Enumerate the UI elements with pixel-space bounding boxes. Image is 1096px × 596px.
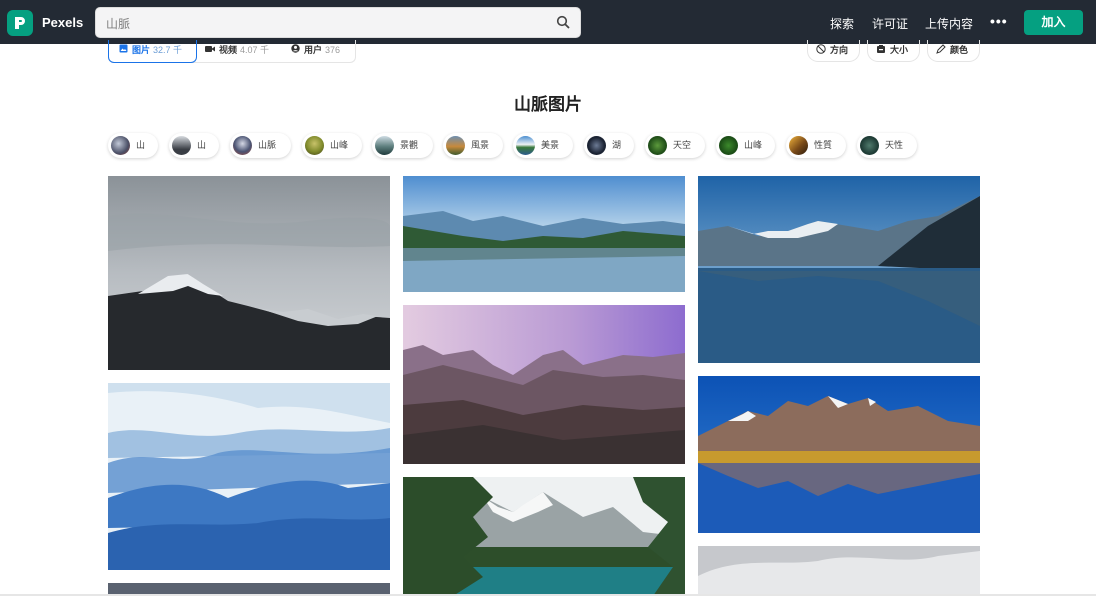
related-tag-chip[interactable]: 山峰 (302, 133, 362, 158)
tag-thumbnail (587, 136, 606, 155)
image-icon (119, 40, 128, 61)
tag-thumbnail (172, 136, 191, 155)
tag-thumbnail (789, 136, 808, 155)
tag-label: 美景 (541, 140, 560, 150)
related-tag-chip[interactable]: 風景 (443, 133, 503, 158)
filter-color-label: 颜色 (950, 45, 969, 55)
tag-thumbnail (648, 136, 667, 155)
photo-autumn-mountain-reflection[interactable] (698, 376, 980, 533)
photo-purple-sunset-peaks[interactable] (403, 305, 685, 464)
tag-label: 天空 (673, 140, 692, 150)
related-tag-chip[interactable]: 山 (108, 133, 158, 158)
top-navigation-bar: Pexels 探索 许可证 上传内容 ••• 加入 (0, 0, 1096, 44)
tab-users-label: 用户 (304, 45, 323, 55)
filter-size-label: 大小 (890, 45, 909, 55)
page-title: 山脈图片 (514, 95, 582, 114)
tag-label: 景觀 (400, 140, 419, 150)
tab-users-count: 376 (325, 45, 341, 55)
related-tag-chip[interactable]: 山 (169, 133, 219, 158)
tag-thumbnail (516, 136, 535, 155)
tag-label: 性質 (814, 140, 833, 150)
nav-license[interactable]: 许可证 (872, 15, 908, 32)
filter-orientation[interactable]: 方向 (807, 40, 860, 62)
media-type-tabs: 图片 32.7 千 视频 4.07 千 用户 376 (108, 40, 356, 63)
search-input[interactable] (106, 14, 546, 32)
tab-videos[interactable]: 视频 4.07 千 (205, 40, 285, 63)
tag-label: 山 (136, 140, 146, 150)
filter-orientation-label: 方向 (830, 45, 849, 55)
tag-thumbnail (305, 136, 324, 155)
tag-label: 山峰 (330, 140, 349, 150)
tag-label: 風景 (471, 140, 490, 150)
tag-thumbnail (111, 136, 130, 155)
tab-photos-count: 32.7 千 (153, 45, 183, 55)
orientation-icon (816, 41, 826, 61)
photo-alpine-lake-forest[interactable] (403, 477, 685, 596)
search-box[interactable] (95, 7, 581, 38)
more-menu-icon[interactable]: ••• (990, 13, 1008, 29)
tab-users[interactable]: 用户 376 (291, 40, 357, 63)
pexels-logo-icon[interactable] (7, 10, 33, 36)
brand-name[interactable]: Pexels (42, 15, 83, 30)
filter-color[interactable]: 颜色 (927, 40, 980, 62)
photo-lake-mountain-range[interactable] (403, 176, 685, 292)
search-icon[interactable] (556, 15, 570, 34)
tab-videos-count: 4.07 千 (240, 45, 270, 55)
tab-videos-label: 视频 (219, 45, 238, 55)
tab-photos[interactable]: 图片 32.7 千 (108, 40, 197, 63)
user-icon (291, 40, 300, 61)
tag-thumbnail (233, 136, 252, 155)
photo-misty-blue-mountains[interactable] (108, 383, 390, 570)
tag-thumbnail (375, 136, 394, 155)
tag-label: 山峰 (744, 140, 763, 150)
tag-label: 湖 (612, 140, 622, 150)
tag-thumbnail (446, 136, 465, 155)
color-pencil-icon (936, 41, 946, 61)
filter-size[interactable]: 大小 (867, 40, 920, 62)
tag-label: 天性 (885, 140, 904, 150)
video-icon (205, 40, 215, 61)
tag-thumbnail (860, 136, 879, 155)
nav-upload[interactable]: 上传内容 (925, 15, 973, 32)
related-tag-chip[interactable]: 美景 (513, 133, 573, 158)
photo-mountain-lake-reflection[interactable] (698, 176, 980, 363)
related-tag-chip[interactable]: 湖 (584, 133, 634, 158)
photo-snowy-peak-cloudy-sky[interactable] (108, 176, 390, 370)
related-tag-chip[interactable]: 山峰 (716, 133, 775, 158)
join-button[interactable]: 加入 (1024, 10, 1083, 35)
nav-explore[interactable]: 探索 (830, 15, 854, 32)
related-tag-chip[interactable]: 景觀 (372, 133, 433, 158)
tag-label: 山 (197, 140, 207, 150)
tag-thumbnail (719, 136, 738, 155)
tab-photos-label: 图片 (132, 45, 151, 55)
photo-cloudy-sky-partial[interactable] (698, 546, 980, 596)
tag-label: 山脈 (258, 140, 277, 150)
related-tag-chip[interactable]: 天空 (645, 133, 705, 158)
related-tag-chip[interactable]: 性質 (786, 133, 846, 158)
related-tag-chip[interactable]: 山脈 (230, 133, 291, 158)
related-tag-chip[interactable]: 天性 (857, 133, 917, 158)
size-icon (876, 41, 886, 61)
